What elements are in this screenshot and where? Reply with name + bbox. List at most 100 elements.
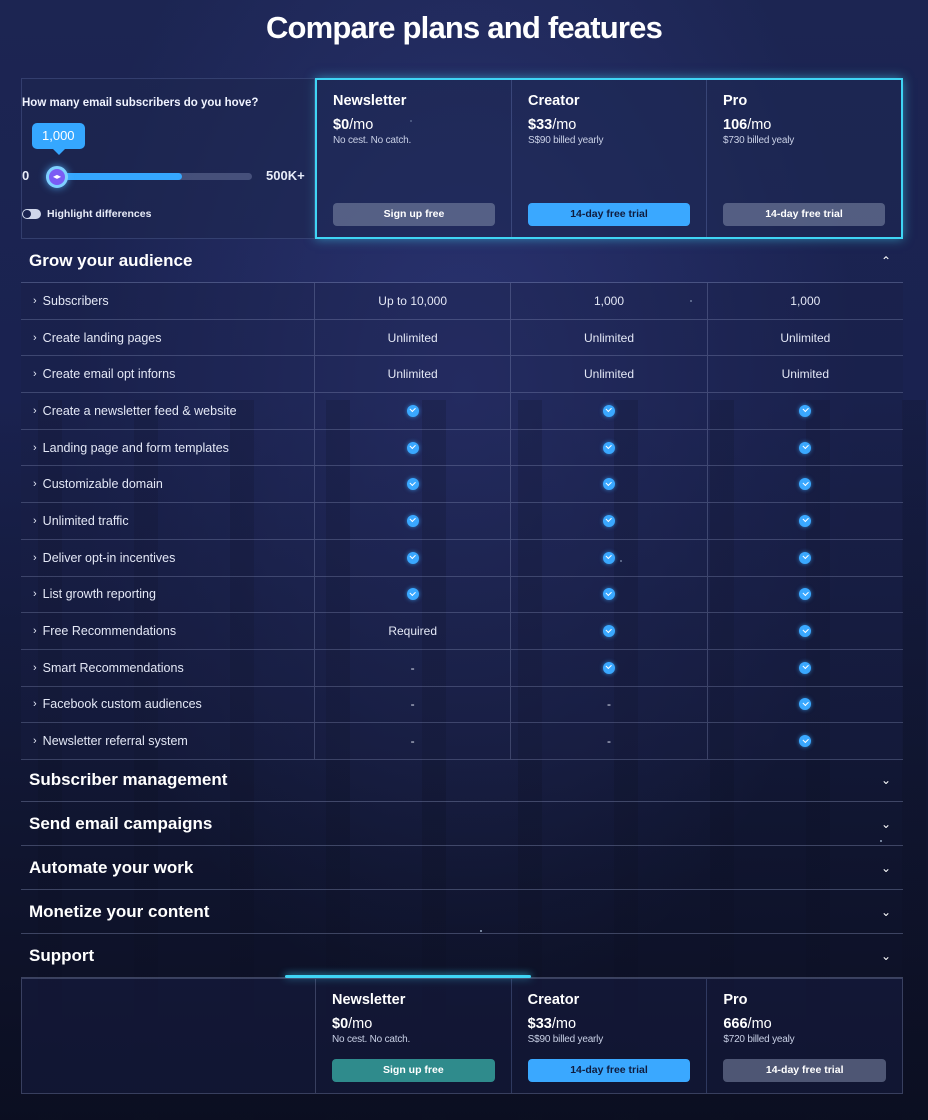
feature-row[interactable]: › Create email opt inforns Unlimited Unlimi… [21, 356, 903, 394]
feature-cell-value: Required [315, 613, 512, 649]
creator-trial-button[interactable]: 14-day free trial [528, 203, 690, 226]
check-circle-icon [406, 404, 419, 417]
feature-cell-value: Up to 10,000 [315, 283, 512, 319]
plan-note: $720 billed yealy [723, 1034, 795, 1045]
section-title: Subscriber management [29, 769, 228, 789]
slider-handle[interactable]: ◂▸ [46, 166, 68, 188]
creator-trial-button[interactable]: 14-day free trial [527, 1059, 691, 1082]
plan-header: How many email subscribers do you hove? … [21, 78, 903, 239]
feature-label: Subscribers [42, 293, 109, 308]
price-amount: $33 [527, 1016, 552, 1032]
check-circle-icon [799, 661, 812, 674]
chevron-right-icon: › [33, 661, 37, 674]
feature-name[interactable]: › Create a newsletter feed & website [21, 393, 315, 429]
feature-cell-value: Unlimited [315, 356, 512, 393]
chevron-down-icon[interactable]: ⌄ [879, 773, 893, 787]
chevron-right-icon: › [33, 514, 37, 527]
plan-creator: Creator $33/mo S$90 billed yearly 14-day… [510, 979, 707, 1093]
section-header-subscriber-management[interactable]: Subscriber management ⌄ [21, 758, 903, 802]
plan-creator: Creator $33/mo S$90 billed yearly 14-day… [511, 80, 706, 237]
section-header-automate-your-work[interactable]: Automate your work ⌄ [21, 846, 903, 890]
price-unit: /mo [747, 117, 772, 133]
feature-cell [708, 430, 903, 466]
feature-row[interactable]: › Create landing pages Unlimited Unlimited U… [21, 319, 903, 357]
plan-name: Creator [527, 992, 580, 1008]
sign-up-free-button[interactable]: Sign up free [332, 1059, 495, 1082]
feature-name[interactable]: › Free Recommendations [21, 613, 315, 649]
plan-cards: Newsletter $0/mo No cest. No catch. Sign… [315, 78, 903, 239]
feature-row[interactable]: › Deliver opt-in incentives [21, 539, 903, 577]
check-circle-icon [799, 735, 812, 748]
highlight-differences-toggle[interactable] [22, 209, 41, 219]
feature-row[interactable]: › Subscribers Up to 10,000 1,000 1,000 [21, 283, 903, 320]
pro-trial-button[interactable]: 14-day free trial [723, 1059, 887, 1082]
feature-cell [708, 613, 903, 649]
plan-name: Newsletter [332, 992, 406, 1008]
section-title: Grow your audience [29, 250, 193, 270]
feature-cell [708, 577, 903, 613]
feature-name[interactable]: › Newsletter referral system [21, 723, 315, 759]
plan-footer: Newsletter $0/mo No cest. No catch. Sign… [21, 978, 903, 1094]
feature-name[interactable]: › Landing page and form templates [21, 429, 315, 466]
feature-name[interactable]: › Customizable domain [21, 466, 315, 503]
check-circle-icon [602, 404, 615, 417]
chevron-down-icon[interactable]: ⌄ [879, 905, 893, 919]
feature-label: Unlimited traffic [42, 513, 129, 528]
slider-track[interactable] [46, 173, 252, 180]
feature-name[interactable]: › Deliver opt-in incentives [21, 539, 315, 576]
feature-cell [708, 723, 903, 759]
plan-cards-bottom: Newsletter $0/mo No cest. No catch. Sign… [316, 979, 902, 1093]
price-amount: $33 [528, 117, 553, 133]
feature-label: Deliver opt-in incentives [42, 550, 176, 565]
pro-trial-button[interactable]: 14-day free trial [723, 203, 885, 226]
plan-note: S$90 billed yearly [527, 1034, 604, 1045]
feature-cell-value: 1,000 [790, 293, 821, 308]
chevron-right-icon: › [33, 294, 37, 307]
section-header-support[interactable]: Support ⌄ [21, 934, 903, 978]
check-circle-icon [602, 478, 615, 491]
section-header-grow-audience[interactable]: Grow your audience ⌃ [21, 239, 903, 283]
sign-up-free-button[interactable]: Sign up free [333, 203, 495, 226]
feature-name[interactable]: › Create email opt inforns [21, 356, 315, 393]
highlight-toggle-row[interactable]: Highlight differences [22, 208, 151, 220]
feature-row[interactable]: › Facebook custom audiences - - [21, 686, 903, 724]
feature-name[interactable]: › List growth reporting [21, 576, 315, 613]
chevron-down-icon[interactable]: ⌄ [879, 861, 893, 875]
price-unit: /mo [551, 1016, 577, 1032]
feature-name[interactable]: › Smart Recommendations [21, 649, 315, 686]
feature-name[interactable]: › Unlimited traffic [21, 503, 315, 539]
feature-row[interactable]: › Smart Recommendations - [21, 649, 903, 687]
chevron-down-icon[interactable]: ⌄ [879, 949, 893, 963]
feature-cell-value: - [315, 686, 512, 723]
feature-name[interactable]: › Create landing pages [21, 319, 315, 356]
feature-label: Create landing pages [42, 330, 162, 345]
section-header-monetize-content[interactable]: Monetize your content ⌄ [21, 890, 903, 934]
feature-name[interactable]: › Facebook custom audiences [21, 686, 315, 723]
feature-row[interactable]: › Unlimited traffic [21, 503, 903, 540]
feature-cell [708, 503, 903, 539]
feature-row[interactable]: › Customizable domain [21, 466, 903, 504]
section-header-send-email-campaigns[interactable]: Send email campaigns ⌄ [21, 802, 903, 846]
section-title: Send email campaigns [29, 813, 213, 833]
feature-cell [315, 539, 512, 576]
feature-cell [511, 393, 708, 429]
feature-label: Newsletter referral system [42, 734, 188, 749]
feature-name[interactable]: › Subscribers [21, 283, 315, 319]
plan-price: 666/mo [723, 1016, 886, 1032]
feature-row[interactable]: › Create a newsletter feed & website [21, 393, 903, 430]
price-unit: /mo [552, 117, 577, 133]
chevron-up-icon[interactable]: ⌃ [879, 254, 893, 268]
feature-cell [511, 466, 708, 503]
plan-price: $0/mo [332, 1016, 495, 1032]
feature-cell [315, 576, 512, 613]
plan-price: $33/mo [528, 117, 690, 133]
section-grow-audience: Grow your audience ⌃ › Subscribers Up to 1… [21, 239, 903, 760]
feature-label: Free Recommendations [42, 624, 177, 639]
feature-row[interactable]: › List growth reporting [21, 576, 903, 614]
chevron-down-icon[interactable]: ⌄ [879, 817, 893, 831]
chevron-right-icon: › [33, 478, 37, 491]
chevron-right-icon: › [33, 735, 37, 748]
feature-row[interactable]: › Free Recommendations Required [21, 613, 903, 650]
feature-row[interactable]: › Newsletter referral system - - [21, 723, 903, 760]
feature-row[interactable]: › Landing page and form templates [21, 429, 903, 467]
